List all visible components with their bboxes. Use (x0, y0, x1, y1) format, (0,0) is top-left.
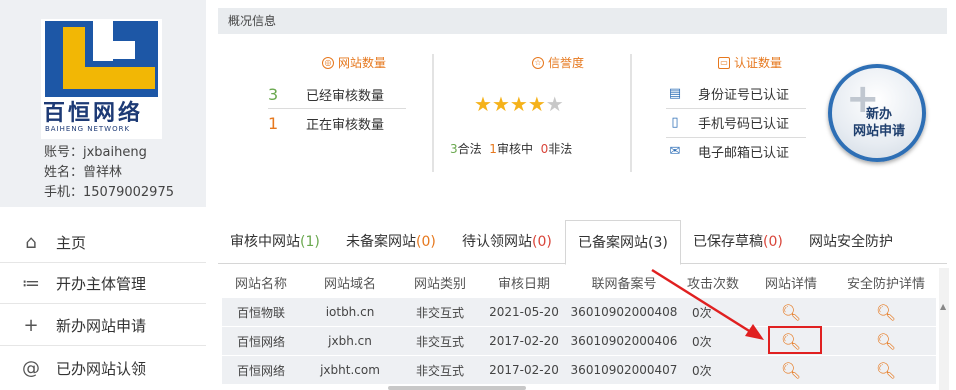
pending-count-row: 1 正在审核数量 (268, 109, 408, 137)
table-header: 网站名称 网站域名 网站类别 审核日期 联网备案号 攻击次数 网站详情 安全防护… (222, 268, 936, 297)
nav-item-entity-management[interactable]: ≔ 开办主体管理 (0, 263, 206, 303)
pending-label: 正在审核数量 (306, 117, 385, 133)
name-line: 姓名：曾祥林 (44, 165, 123, 180)
plus-icon: + (23, 314, 39, 336)
nav-label: 主页 (56, 233, 87, 252)
site-tabs: 审核中网站(1) 未备案网站(0) 待认领网站(0) 已备案网站(3) 已保存草… (218, 220, 947, 265)
site-count-title: ◎ 网站数量 (322, 54, 386, 71)
star-icon: ★ (545, 92, 564, 116)
tab-registered[interactable]: 已备案网站(3) (565, 220, 681, 265)
nav-label: 开办主体管理 (56, 274, 147, 293)
nav-item-new-site[interactable]: + 新办网站申请 (0, 305, 206, 345)
nav-item-home[interactable]: ⌂ 主页 (0, 222, 206, 262)
account-line: 账号：jxbaiheng (44, 145, 147, 160)
compass-icon: ◎ (322, 56, 334, 69)
horizontal-scrollbar[interactable] (388, 386, 526, 390)
security-detail-search-icon[interactable]: 🔍︎ (876, 303, 896, 322)
credit-summary: 3合法 1审核中 0非法 (450, 142, 573, 156)
nav-item-claim-site[interactable]: @ 已办网站认领 (0, 348, 206, 388)
vertical-scrollbar[interactable]: ▲ (939, 268, 949, 390)
award-icon: ☆ (532, 56, 544, 69)
mail-icon: ✉ (669, 143, 681, 159)
cert-row-id: ▤ 身份证号已认证 (666, 79, 806, 107)
security-detail-search-icon[interactable]: 🔍︎ (876, 361, 896, 380)
new-site-application-button[interactable]: + 新办 网站申请 (828, 64, 926, 162)
overview-panel: 概况信息 ◎ 网站数量 3 已经审核数量 1 正在审核数量 ☆ 信誉度 ★★★★… (218, 8, 947, 188)
site-detail-search-icon[interactable]: 🔍︎ (781, 361, 801, 380)
registered-sites-table: 网站名称 网站域名 网站类别 审核日期 联网备案号 攻击次数 网站详情 安全防护… (222, 268, 936, 384)
home-icon: ⌂ (25, 231, 37, 253)
tab-unregistered[interactable]: 未备案网站(0) (346, 220, 436, 264)
table-row: 百恒物联 iotbh.cn 非交互式 2021-05-20 3601090200… (222, 297, 936, 326)
nav-divider (0, 303, 206, 304)
phone-line: 手机：15079002975 (44, 185, 174, 200)
tab-drafts[interactable]: 已保存草稿(0) (693, 220, 783, 264)
site-detail-search-icon[interactable]: 🔍︎ (781, 303, 801, 322)
approved-count: 3 (268, 84, 279, 104)
column-divider (630, 54, 632, 172)
highlight-box (768, 326, 822, 354)
star-icon: ★ (527, 92, 546, 116)
security-detail-search-icon[interactable]: 🔍︎ (876, 332, 896, 351)
logo-en-text: BAIHENG NETWORK (45, 125, 131, 133)
star-icon: ★ (509, 92, 528, 116)
approved-count-row: 3 已经审核数量 (268, 80, 408, 108)
tab-security[interactable]: 网站安全防护 (809, 220, 893, 264)
column-divider (432, 54, 434, 172)
star-icon: ★ (491, 92, 510, 116)
at-icon: @ (22, 357, 40, 379)
pending-count: 1 (268, 113, 279, 133)
table-row: 百恒网络 jxbht.com 非交互式 2017-02-20 360109020… (222, 355, 936, 384)
nav-label: 已办网站认领 (56, 359, 147, 378)
credit-stars: ★★★★★ (474, 92, 564, 116)
profile-panel: 百恒网络 BAIHENG NETWORK 账号：jxbaiheng 姓名：曾祥林… (0, 0, 206, 207)
cert-title: ▭ 认证数量 (718, 54, 782, 71)
nav-label: 新办网站申请 (56, 316, 147, 335)
company-logo: 百恒网络 BAIHENG NETWORK (41, 19, 162, 139)
tab-unclaimed[interactable]: 待认领网站(0) (462, 220, 552, 264)
cert-row-phone: ▯ 手机号码已认证 (666, 108, 806, 136)
logo-cn-text: 百恒网络 (43, 100, 144, 126)
id-card-icon: ▤ (668, 85, 682, 101)
credit-title: ☆ 信誉度 (532, 54, 584, 71)
tab-reviewing[interactable]: 审核中网站(1) (230, 220, 320, 264)
mobile-icon: ▯ (671, 114, 679, 130)
nav-divider (0, 345, 206, 346)
table-row: 百恒网络 jxbh.cn 非交互式 2017-02-20 36010902000… (222, 326, 936, 355)
list-icon: ≔ (22, 272, 40, 294)
overview-title: 概况信息 (218, 8, 947, 34)
approved-label: 已经审核数量 (306, 88, 385, 104)
cert-row-email: ✉ 电子邮箱已认证 (666, 137, 806, 165)
star-icon: ★ (474, 92, 492, 116)
folder-icon: ▭ (718, 56, 730, 69)
scroll-up-icon[interactable]: ▲ (940, 302, 946, 311)
